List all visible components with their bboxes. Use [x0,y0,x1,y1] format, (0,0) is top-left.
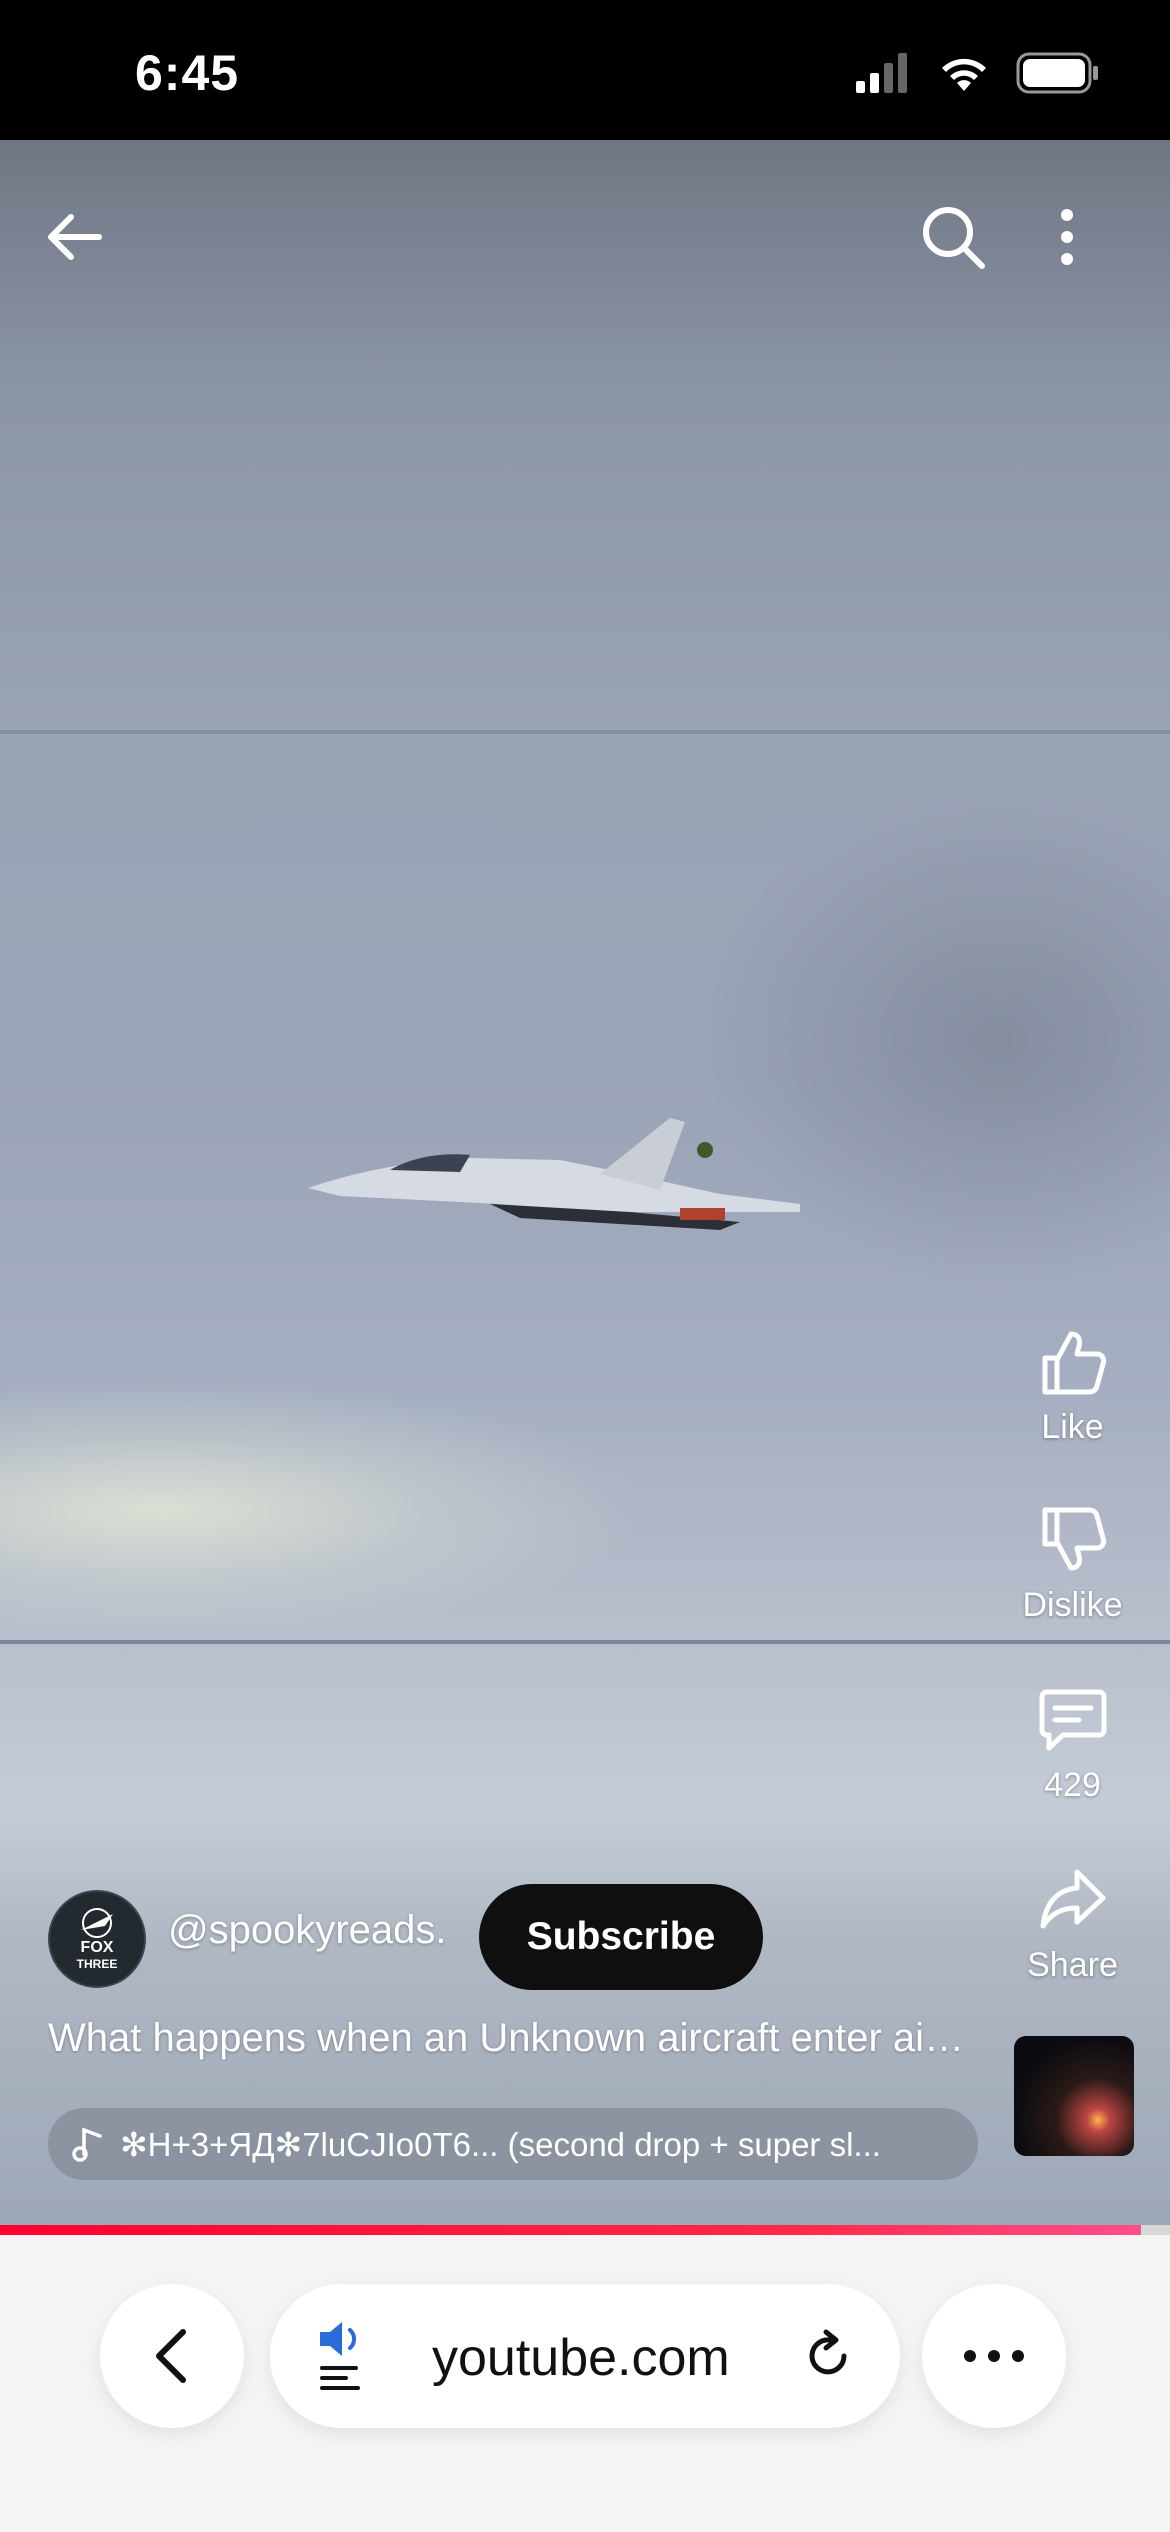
ellipsis-icon [964,2350,1024,2362]
back-button[interactable] [28,192,118,282]
music-note-icon [72,2127,102,2162]
audio-thumbnail[interactable] [1014,2036,1134,2156]
status-time: 6:45 [135,45,240,101]
subscribe-button[interactable]: Subscribe [479,1884,763,1990]
status-bar: 6:45 [0,0,1170,140]
status-icons [854,52,1100,94]
dislike-button[interactable]: Dislike [990,1504,1155,1625]
url-text: youtube.com [432,2329,730,2387]
channel-avatar[interactable]: FOX THREE [48,1890,146,1988]
thumb-up-icon [1042,1331,1106,1395]
comments-button[interactable]: 429 [990,1684,1155,1805]
comment-icon [1039,1689,1106,1751]
back-arrow-icon [48,214,102,260]
signal-icon [856,53,907,93]
more-vert-icon [1061,209,1073,265]
browser-back-button[interactable] [100,2284,244,2428]
battery-icon [1016,52,1098,94]
dislike-label: Dislike [1022,1586,1123,1624]
video-frame-edge [0,1640,1170,1644]
wifi-icon [942,58,986,91]
browser-more-button[interactable] [922,2284,1066,2428]
avatar-text: FOX [80,1939,114,1956]
comment-count: 429 [1044,1766,1101,1804]
like-label: Like [1041,1408,1104,1446]
jet-logo-icon [81,1908,113,1938]
speaker-icon [320,2322,360,2390]
music-pill[interactable]: ✻H+3+ЯД✻7luCJIo0T6... (second drop + sup… [48,2108,978,2180]
share-label: Share [1027,1946,1118,1984]
address-bar[interactable]: youtube.com [270,2284,900,2428]
like-button[interactable]: Like [990,1326,1155,1447]
more-options-button[interactable] [1022,192,1112,282]
share-button[interactable]: Share [990,1864,1155,1985]
music-text: ✻H+3+ЯД✻7luCJIo0T6... (second drop + sup… [120,2125,881,2163]
share-icon [1040,1869,1105,1929]
progress-track[interactable] [0,2225,1170,2235]
fighter-jet-image [308,1118,800,1230]
search-icon [923,207,985,269]
channel-handle[interactable]: @spookyreads. [168,1908,447,1953]
video-cloud [0,1380,650,1640]
avatar-text: THREE [76,1957,118,1971]
search-button[interactable] [908,192,998,282]
video-title[interactable]: What happens when an Unknown aircraft en… [48,2016,968,2061]
video-frame-edge [0,730,1170,734]
chevron-left-icon [156,2329,186,2383]
thumb-down-icon [1042,1507,1106,1571]
reload-icon[interactable] [800,2328,856,2384]
progress-fill [0,2225,1141,2235]
